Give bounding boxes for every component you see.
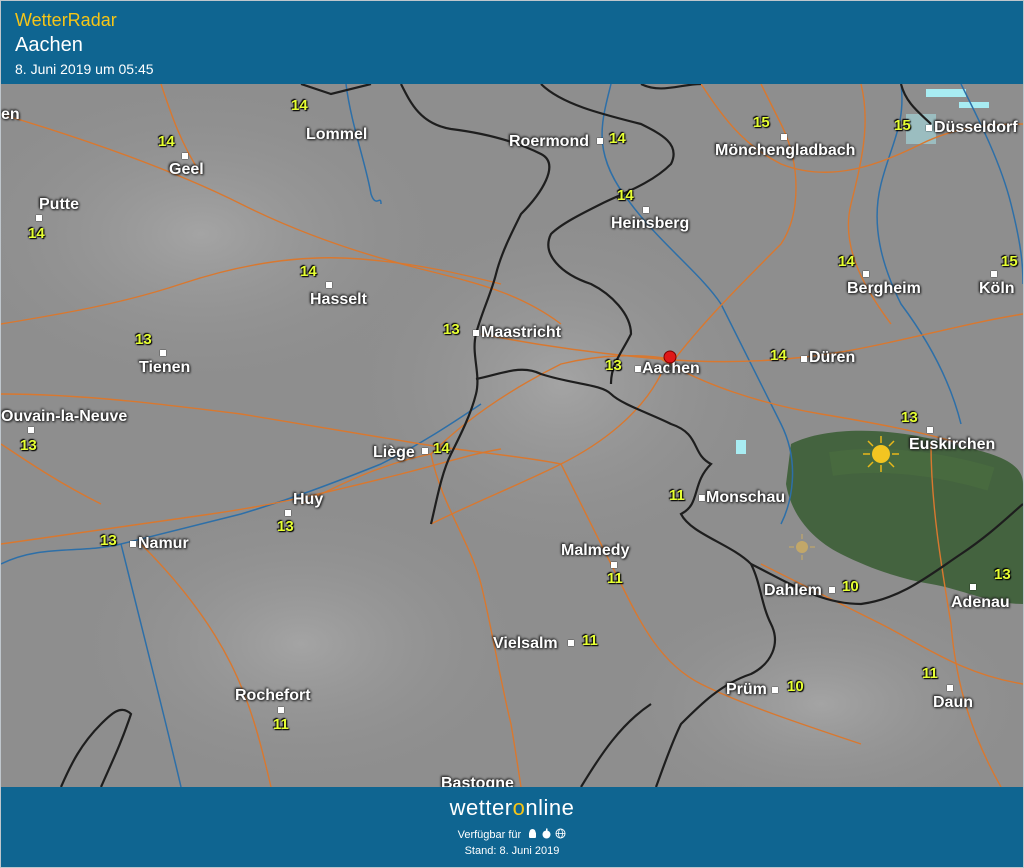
temperature-value: 14 bbox=[291, 97, 308, 114]
place-marker bbox=[947, 685, 953, 691]
temperature-value: 11 bbox=[607, 570, 623, 587]
temperature-value: 13 bbox=[994, 566, 1011, 583]
place-marker bbox=[36, 215, 42, 221]
place-label[interactable]: Ouvain-la-Neuve bbox=[1, 408, 127, 426]
temperature-value: 14 bbox=[770, 347, 787, 364]
place-label[interactable]: Hasselt bbox=[310, 291, 367, 309]
temperature-value: 11 bbox=[669, 487, 685, 504]
place-label[interactable]: Adenau bbox=[951, 594, 1010, 612]
place-marker bbox=[781, 134, 787, 140]
place-marker bbox=[326, 282, 332, 288]
place-marker bbox=[635, 366, 641, 372]
place-marker bbox=[801, 356, 807, 362]
place-label[interactable]: Bastogne bbox=[441, 775, 514, 787]
header: WetterRadar Aachen 8. Juni 2019 um 05:45 bbox=[1, 1, 1023, 84]
place-label[interactable]: Putte bbox=[39, 196, 79, 214]
sun-icon bbox=[789, 534, 815, 560]
place-label[interactable]: Malmedy bbox=[561, 542, 629, 560]
place-marker bbox=[643, 207, 649, 213]
temperature-value: 14 bbox=[838, 253, 855, 270]
place-label[interactable]: Namur bbox=[138, 535, 189, 553]
place-label[interactable]: Dahlem bbox=[764, 582, 822, 600]
place-marker bbox=[829, 587, 835, 593]
place-label: en bbox=[1, 106, 20, 123]
availability-line: Verfügbar für bbox=[1, 828, 1023, 841]
place-marker bbox=[699, 495, 705, 501]
place-label[interactable]: Prüm bbox=[726, 681, 767, 699]
temperature-value: 14 bbox=[617, 187, 634, 204]
temperature-value: 13 bbox=[277, 518, 294, 535]
place-marker bbox=[611, 562, 617, 568]
location-pin-icon[interactable] bbox=[663, 350, 677, 372]
place-marker bbox=[160, 350, 166, 356]
place-label[interactable]: Köln bbox=[979, 280, 1015, 298]
temperature-value: 14 bbox=[300, 263, 317, 280]
temperature-value: 13 bbox=[443, 321, 460, 338]
place-marker bbox=[927, 427, 933, 433]
temperature-value: 13 bbox=[100, 532, 117, 549]
place-marker bbox=[278, 707, 284, 713]
temperature-value: 10 bbox=[842, 578, 859, 595]
temperature-value: 13 bbox=[901, 409, 918, 426]
temperature-value: 11 bbox=[273, 716, 289, 733]
app-title: WetterRadar bbox=[15, 10, 117, 30]
temperature-value: 13 bbox=[20, 437, 37, 454]
temperature-value: 15 bbox=[1001, 253, 1018, 270]
place-label[interactable]: Düsseldorf bbox=[934, 119, 1018, 137]
place-marker bbox=[285, 510, 291, 516]
place-label[interactable]: Düren bbox=[809, 349, 855, 367]
place-label[interactable]: Monschau bbox=[706, 489, 785, 507]
radar-map[interactable]: en Lommel 14 14 Geel Putte 14 Roermond 1… bbox=[1, 84, 1023, 787]
place-marker bbox=[28, 427, 34, 433]
place-marker bbox=[130, 541, 136, 547]
brand-logo[interactable]: wetteronline bbox=[1, 795, 1023, 821]
temperature-value: 13 bbox=[135, 331, 152, 348]
place-label[interactable]: Geel bbox=[169, 161, 204, 179]
place-label[interactable]: Daun bbox=[933, 694, 973, 712]
place-label[interactable]: Huy bbox=[293, 491, 323, 509]
place-label[interactable]: Maastricht bbox=[481, 324, 561, 342]
sun-icon bbox=[863, 436, 899, 472]
place-label[interactable]: Vielsalm bbox=[493, 635, 558, 653]
availability-text: Verfügbar für bbox=[457, 829, 522, 841]
temperature-value: 14 bbox=[28, 225, 45, 242]
temperature-value: 15 bbox=[753, 114, 770, 131]
place-marker bbox=[422, 448, 428, 454]
place-label[interactable]: Euskirchen bbox=[909, 436, 995, 454]
place-marker bbox=[970, 584, 976, 590]
place-marker bbox=[991, 271, 997, 277]
web-icon[interactable] bbox=[555, 828, 566, 839]
temperature-value: 13 bbox=[605, 357, 622, 374]
place-marker bbox=[473, 330, 479, 336]
location-name: Aachen bbox=[15, 34, 83, 56]
place-label[interactable]: Mönchengladbach bbox=[715, 142, 855, 160]
temperature-value: 14 bbox=[433, 440, 450, 457]
temperature-value: 14 bbox=[158, 133, 175, 150]
place-label[interactable]: Heinsberg bbox=[611, 215, 689, 233]
place-marker bbox=[568, 640, 574, 646]
place-label[interactable]: Lommel bbox=[306, 126, 367, 144]
place-marker bbox=[182, 153, 188, 159]
place-label[interactable]: Tienen bbox=[139, 359, 190, 377]
apple-icon[interactable] bbox=[541, 828, 552, 839]
android-icon[interactable] bbox=[527, 828, 538, 839]
footer: wetteronline Verfügbar für Stand: 8. Jun… bbox=[1, 787, 1023, 867]
temperature-value: 11 bbox=[922, 665, 938, 682]
place-label[interactable]: Bergheim bbox=[847, 280, 921, 298]
temperature-value: 10 bbox=[787, 678, 804, 695]
place-label[interactable]: Liège bbox=[373, 444, 415, 462]
stand-date: Stand: 8. Juni 2019 bbox=[464, 845, 560, 857]
temperature-value: 14 bbox=[609, 130, 626, 147]
place-marker bbox=[863, 271, 869, 277]
temperature-value: 15 bbox=[894, 117, 911, 134]
timestamp: 8. Juni 2019 um 05:45 bbox=[15, 61, 154, 77]
place-marker bbox=[926, 125, 932, 131]
temperature-value: 11 bbox=[582, 632, 598, 649]
place-marker bbox=[772, 687, 778, 693]
place-marker bbox=[597, 138, 603, 144]
place-label[interactable]: Rochefort bbox=[235, 687, 311, 705]
place-label[interactable]: Roermond bbox=[509, 133, 589, 151]
